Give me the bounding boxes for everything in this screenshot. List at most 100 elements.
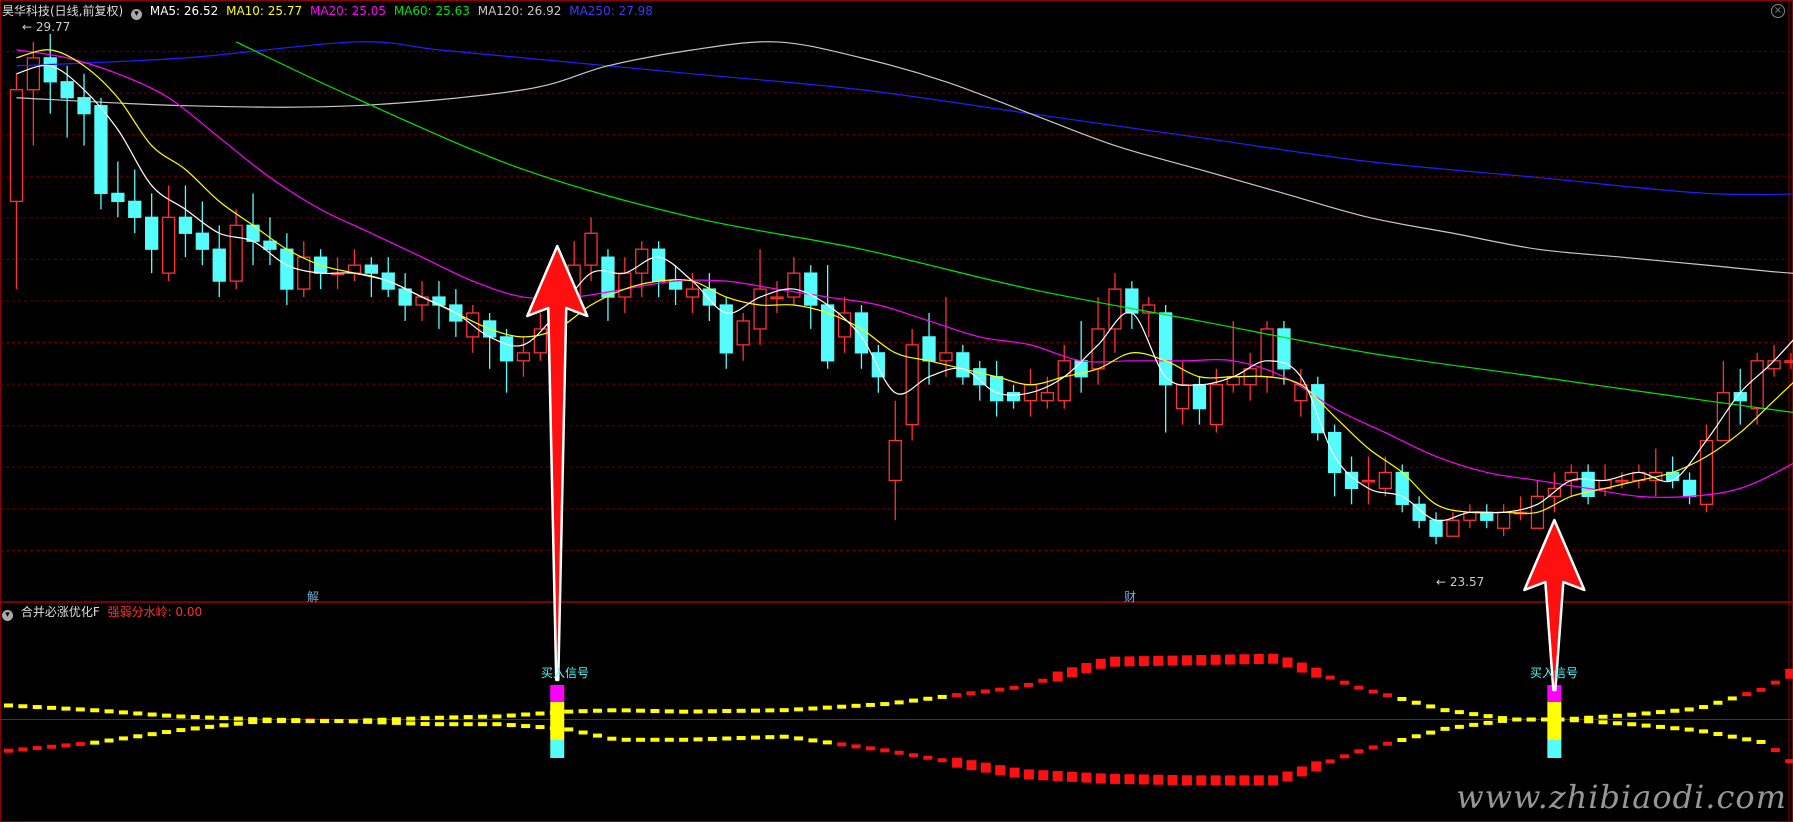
- candle-body: [1311, 384, 1325, 434]
- candle-body: [1378, 471, 1392, 490]
- indicator-dash: [1497, 718, 1507, 723]
- candle-down: [43, 33, 57, 114]
- indicator-dash: [894, 750, 904, 755]
- candle-body: [1057, 360, 1071, 402]
- indicator-dash: [779, 708, 789, 713]
- ma5-line: [16, 64, 1793, 522]
- candle-body: [1784, 360, 1793, 363]
- indicator-dash: [1598, 714, 1608, 719]
- indicator-dash: [693, 737, 703, 742]
- indicator-dash: [205, 724, 215, 729]
- indicator-dash: [1239, 654, 1250, 665]
- indicator-dash: [1411, 734, 1421, 739]
- marker-jie[interactable]: 解: [307, 588, 319, 605]
- candle-body: [1175, 384, 1190, 410]
- candle-body: [77, 97, 91, 115]
- indicator-dash: [420, 721, 430, 726]
- candle-down: [1125, 281, 1139, 329]
- candle-up: [618, 257, 632, 313]
- signal-segment-cyan: [1547, 740, 1562, 758]
- indicator-dash: [90, 708, 100, 713]
- indicator-dash: [219, 723, 229, 728]
- stock-chart[interactable]: [0, 0, 1793, 822]
- candle-up: [1142, 297, 1156, 337]
- chevron-down-icon[interactable]: ▾: [2, 610, 13, 621]
- indicator-dash: [1167, 655, 1178, 666]
- candle-up: [1716, 360, 1730, 442]
- candle-body: [584, 232, 598, 266]
- indicator-dash: [707, 709, 717, 714]
- indicator-dash: [880, 748, 890, 753]
- indicator-dash: [248, 720, 258, 725]
- main-chart-header: 昊华科技(日线,前复权) ▾ MA5: 26.52 MA10: 25.77 MA…: [2, 4, 657, 20]
- indicator-dash: [147, 712, 157, 717]
- indicator-dash: [808, 738, 818, 743]
- candle-body: [1497, 511, 1511, 529]
- indicator-dash: [162, 713, 172, 718]
- candle-up: [229, 209, 243, 290]
- candle-down: [1159, 305, 1173, 433]
- indicator-dash: [434, 722, 444, 727]
- candle-body: [804, 272, 818, 306]
- indicator-dash: [1627, 712, 1637, 717]
- indicator-dash: [937, 694, 947, 699]
- indicator-dash: [1311, 667, 1322, 678]
- buy-signal-bar: [550, 685, 565, 758]
- indicator-dash: [478, 714, 488, 719]
- indicator-dash: [1081, 663, 1092, 674]
- indicator-dash: [952, 757, 963, 768]
- indicator-dash: [262, 719, 272, 724]
- indicator-dash: [449, 722, 459, 727]
- indicator-dash: [736, 708, 746, 713]
- indicator-dash: [1181, 655, 1192, 666]
- indicator-dash: [851, 744, 861, 749]
- candle-up: [1108, 273, 1122, 353]
- candle-body: [1361, 479, 1376, 483]
- high-price-label: ← 29.77: [22, 20, 71, 34]
- indicator-dash: [291, 719, 301, 724]
- close-icon[interactable]: ×: [1771, 4, 1785, 18]
- marker-cai[interactable]: 财: [1124, 588, 1136, 605]
- candle-body: [94, 105, 108, 195]
- indicator-dash: [118, 710, 128, 715]
- indicator-dash: [1253, 775, 1264, 786]
- indicator-dash: [521, 712, 531, 717]
- candle-body: [1328, 431, 1342, 474]
- indicator-dash: [1081, 772, 1092, 783]
- indicator-dash: [1655, 710, 1665, 715]
- candle-body: [939, 352, 953, 362]
- indicator-dash: [334, 719, 344, 724]
- chevron-down-icon[interactable]: ▾: [131, 9, 143, 20]
- indicator-dash: [1167, 774, 1178, 785]
- indicator-dash: [1670, 708, 1680, 713]
- candle-down: [212, 225, 226, 298]
- indicator-dash: [61, 706, 71, 711]
- indicator-dash: [1756, 739, 1766, 744]
- candle-body: [9, 89, 24, 203]
- indicator-dash: [363, 719, 373, 724]
- indicator-dash: [837, 742, 847, 747]
- candle-down: [601, 249, 615, 321]
- red-arrow-icon: [526, 244, 589, 682]
- indicator-dash: [492, 722, 502, 727]
- indicator-dash: [1612, 721, 1622, 726]
- indicator-dash: [276, 719, 286, 724]
- indicator-dash: [406, 721, 416, 726]
- indicator-dash: [1368, 745, 1378, 750]
- candle-body: [837, 312, 852, 338]
- candle-down: [381, 257, 395, 298]
- indicator-dash: [1785, 759, 1793, 764]
- candle-up: [26, 41, 41, 146]
- indicator-dash: [133, 734, 143, 739]
- indicator-dash: [765, 735, 775, 740]
- signal-segment-yellow: [1547, 702, 1562, 740]
- candle-down: [144, 193, 159, 274]
- buy-signal-label-1: 买入信号: [541, 666, 590, 680]
- candle-body: [719, 304, 733, 354]
- indicator-dash: [995, 765, 1006, 776]
- indicator-dash: [722, 736, 732, 741]
- signal-segment-cyan: [550, 740, 565, 758]
- ma10-value: MA10: 25.77: [226, 4, 303, 18]
- buy-signal-label-2: 买入信号: [1530, 666, 1579, 680]
- indicator-dash: [1440, 726, 1450, 731]
